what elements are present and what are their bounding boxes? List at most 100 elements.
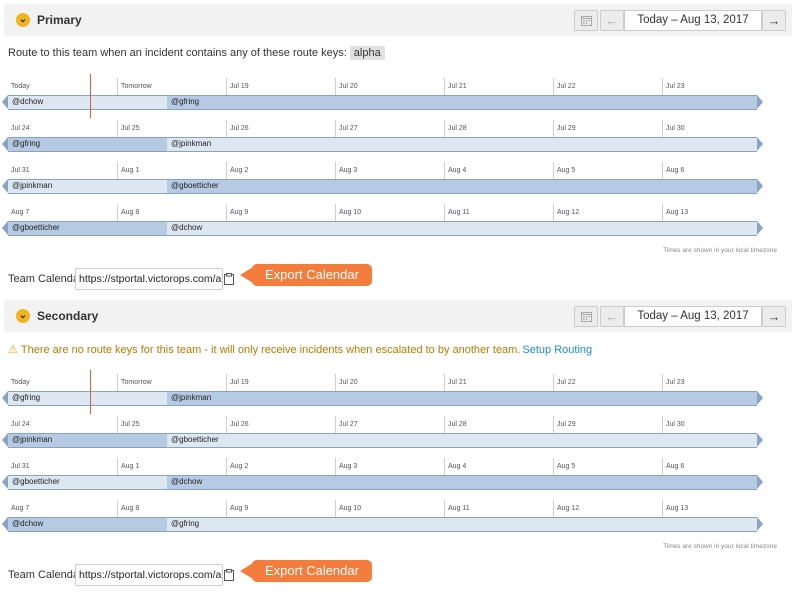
- schedule-week: Jul 31 Aug 1 Aug 2 Aug 3 Aug 4 Aug 5 Aug 6 @gbo…: [2, 458, 784, 498]
- timezone-note: Times are shown in your local timezone: [663, 247, 777, 254]
- shift-bar[interactable]: @gboetticher: [167, 179, 757, 194]
- arrow-left-icon[interactable]: ←: [600, 306, 624, 327]
- shift-continues-right: [757, 433, 763, 447]
- shift-bar[interactable]: @dchow: [8, 95, 167, 110]
- day-label: Aug 10: [339, 505, 362, 512]
- shift-user: @jpinkman: [171, 393, 212, 402]
- shift-user: @dchow: [12, 519, 44, 528]
- arrow-right-icon[interactable]: →: [762, 306, 786, 327]
- day-label: Aug 1: [121, 167, 140, 174]
- schedule-week: Jul 24 Jul 25 Jul 26 Jul 27 Jul 28 Jul 29 Jul …: [2, 416, 784, 456]
- day-label: Jul 31: [11, 167, 30, 174]
- schedule-week: Today Tomorrow Jul 19 Jul 20 Jul 21 Jul 22 Jul…: [2, 370, 784, 414]
- day-label: Jul 22: [557, 83, 576, 90]
- shift-user: @jpinkman: [171, 139, 212, 148]
- day-label: Today: [11, 379, 30, 386]
- shift-continues-left: [2, 517, 8, 531]
- shift-bar[interactable]: @gfring: [167, 95, 757, 110]
- route-key-badge: alpha: [349, 46, 385, 60]
- warning-icon: ⚠: [8, 344, 18, 356]
- shift-continues-right: [757, 391, 763, 405]
- clipboard-icon[interactable]: [224, 568, 234, 586]
- schedule-week: Jul 31 Aug 1 Aug 2 Aug 3 Aug 4 Aug 5 Aug 6 @jpi…: [2, 162, 784, 202]
- warning-text: There are no route keys for this team - …: [20, 344, 521, 356]
- day-label: Aug 3: [339, 167, 358, 174]
- chevron-down-icon[interactable]: ⌄: [16, 13, 30, 27]
- shift-bar[interactable]: @jpinkman: [167, 137, 757, 152]
- day-label: Aug 13: [666, 209, 689, 216]
- shift-user: @gboetticher: [12, 223, 60, 232]
- day-label: Jul 28: [448, 125, 467, 132]
- day-label: Aug 7: [11, 505, 30, 512]
- day-label: Tomorrow: [121, 379, 152, 386]
- shift-bar[interactable]: @gboetticher: [167, 433, 757, 448]
- shift-bar[interactable]: @gfring: [167, 517, 757, 532]
- day-label: Jul 29: [557, 125, 576, 132]
- calendar-button[interactable]: [574, 10, 598, 31]
- day-label: Jul 19: [230, 379, 249, 386]
- shift-bar[interactable]: @gboetticher: [8, 475, 167, 490]
- day-label: Aug 3: [339, 463, 358, 470]
- shift-bar[interactable]: @jpinkman: [8, 179, 167, 194]
- day-label: Jul 23: [666, 83, 685, 90]
- shift-user: @gfring: [12, 393, 41, 402]
- policy-header: ⌄ Secondary ← Today – Aug 13, 2017 →: [4, 300, 792, 332]
- shift-bar[interactable]: @gboetticher: [8, 221, 167, 236]
- shift-continues-right: [757, 179, 763, 193]
- day-label: Jul 19: [230, 83, 249, 90]
- shift-continues-left: [2, 95, 8, 109]
- calendar-icon: [581, 16, 592, 26]
- shift-user: @gfring: [171, 97, 200, 106]
- day-label: Aug 10: [339, 209, 362, 216]
- shift-bar[interactable]: @dchow: [167, 475, 757, 490]
- shift-bar[interactable]: @jpinkman: [8, 433, 167, 448]
- shift-bar[interactable]: @gfring: [8, 391, 167, 406]
- calendar-url-field[interactable]: [75, 564, 223, 586]
- day-label: Jul 27: [339, 125, 358, 132]
- day-label: Aug 8: [121, 209, 140, 216]
- arrow-left-icon[interactable]: ←: [600, 10, 624, 31]
- shift-bar[interactable]: @jpinkman: [167, 391, 757, 406]
- route-keys-text: Route to this team when an incident cont…: [8, 47, 347, 59]
- day-label: Aug 5: [557, 463, 576, 470]
- day-label: Jul 20: [339, 83, 358, 90]
- day-label: Jul 26: [230, 125, 249, 132]
- shift-bar[interactable]: @gfring: [8, 137, 167, 152]
- day-label: Jul 25: [121, 421, 140, 428]
- policy-header: ⌄ Primary ← Today – Aug 13, 2017 →: [4, 4, 792, 36]
- date-range-display[interactable]: Today – Aug 13, 2017: [624, 10, 762, 31]
- setup-routing-link[interactable]: Setup Routing: [522, 344, 592, 356]
- day-label: Jul 24: [11, 421, 30, 428]
- arrow-right-icon[interactable]: →: [762, 10, 786, 31]
- shift-continues-left: [2, 391, 8, 405]
- schedule-week: Today Tomorrow Jul 19 Jul 20 Jul 21 Jul 22 Jul…: [2, 74, 784, 118]
- schedule-week: Jul 24 Jul 25 Jul 26 Jul 27 Jul 28 Jul 29 Jul …: [2, 120, 784, 160]
- route-keys-line: Route to this team when an incident cont…: [8, 46, 385, 60]
- chevron-down-icon[interactable]: ⌄: [16, 309, 30, 323]
- day-label: Jul 23: [666, 379, 685, 386]
- shift-continues-right: [757, 95, 763, 109]
- shift-continues-left: [2, 475, 8, 489]
- calendar-url-field[interactable]: [75, 268, 223, 290]
- shift-user: @gboetticher: [12, 477, 60, 486]
- export-calendar-label: Export Calendar: [252, 560, 372, 582]
- day-label: Aug 9: [230, 505, 249, 512]
- day-label: Jul 25: [121, 125, 140, 132]
- clipboard-icon[interactable]: [224, 272, 234, 290]
- day-label: Today: [11, 83, 30, 90]
- day-label: Jul 27: [339, 421, 358, 428]
- date-range-display[interactable]: Today – Aug 13, 2017: [624, 306, 762, 327]
- day-label: Aug 2: [230, 463, 249, 470]
- schedule-week: Aug 7 Aug 8 Aug 9 Aug 10 Aug 11 Aug 12 Aug 13 @…: [2, 500, 784, 540]
- day-label: Tomorrow: [121, 83, 152, 90]
- shift-bar[interactable]: @dchow: [167, 221, 757, 236]
- current-time-marker: [90, 370, 91, 414]
- shift-continues-left: [2, 221, 8, 235]
- policy-title: Secondary: [37, 309, 99, 323]
- calendar-button[interactable]: [574, 306, 598, 327]
- day-label: Jul 30: [666, 125, 685, 132]
- shift-continues-left: [2, 433, 8, 447]
- no-route-warning: ⚠ There are no route keys for this team -…: [8, 343, 592, 356]
- shift-bar[interactable]: @dchow: [8, 517, 167, 532]
- policy-title: Primary: [37, 13, 82, 27]
